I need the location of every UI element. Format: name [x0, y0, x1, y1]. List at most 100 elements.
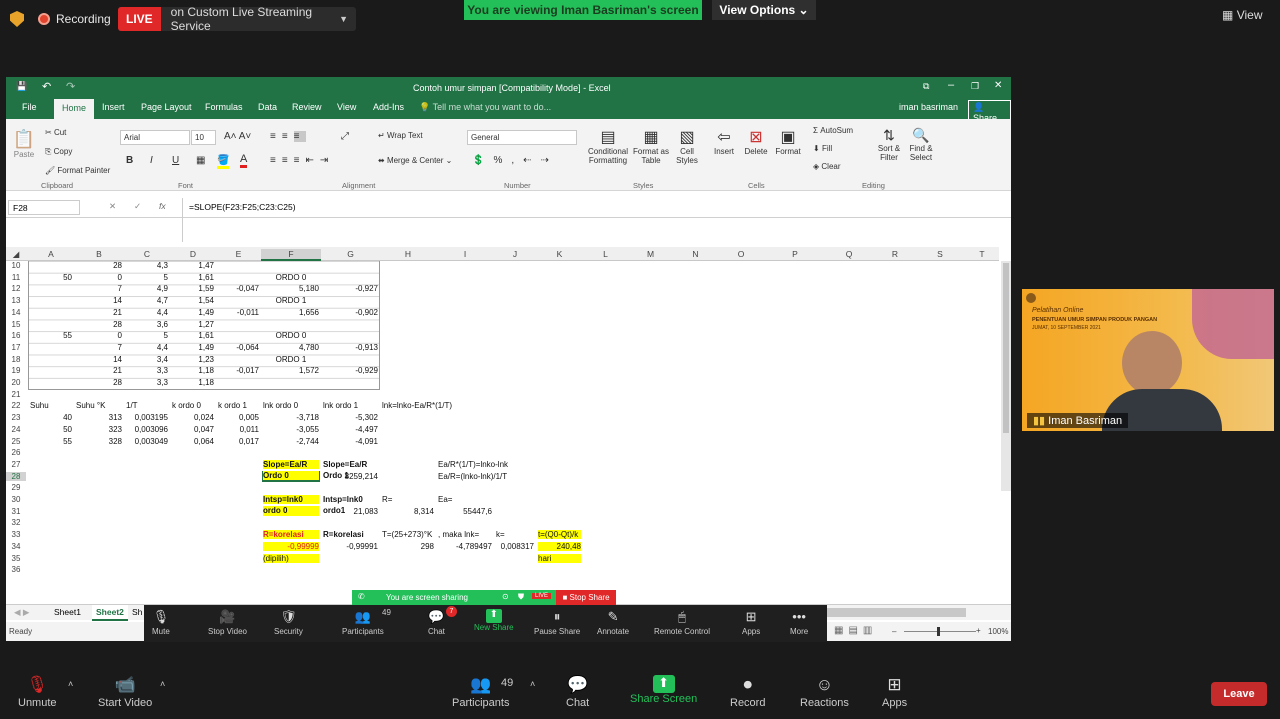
orientation-icon[interactable]: ⤢: [341, 131, 349, 142]
cell-A22[interactable]: Suhu: [30, 401, 72, 410]
cell-G23[interactable]: -5,302: [323, 413, 378, 422]
bottom-muted-microphone-button[interactable]: 🎙 Unmute: [18, 675, 57, 709]
cell-F13[interactable]: ORDO 1: [263, 296, 319, 305]
cell-C18[interactable]: 3,4: [126, 355, 168, 364]
cancel-entry-icon[interactable]: ✕: [109, 201, 116, 212]
align-top-icons[interactable]: ≡≡≡: [270, 131, 306, 142]
cell-A11[interactable]: 50: [30, 273, 72, 282]
cell-B23[interactable]: 313: [76, 413, 122, 422]
tab-page-layout[interactable]: Page Layout: [141, 102, 192, 112]
tab-review[interactable]: Review: [292, 102, 322, 112]
bottom-chat-button[interactable]: 💬 Chat: [566, 675, 589, 709]
column-header-Q[interactable]: Q: [826, 249, 872, 259]
cell-F34[interactable]: -0,99999: [263, 541, 319, 551]
cell-H30[interactable]: R=: [382, 495, 434, 504]
cell-E24[interactable]: 0,011: [218, 425, 259, 434]
restore-icon[interactable]: ❐: [971, 81, 979, 92]
cell-E23[interactable]: 0,005: [218, 413, 259, 422]
cell-C22[interactable]: 1/T: [126, 401, 168, 410]
cell-G25[interactable]: -4,091: [323, 437, 378, 446]
cell-A25[interactable]: 55: [30, 437, 72, 446]
chevron-up-icon[interactable]: ˄: [530, 679, 535, 689]
cell-E12[interactable]: -0,047: [218, 284, 259, 293]
cell-A23[interactable]: 40: [30, 413, 72, 422]
cell-B10[interactable]: 28: [76, 261, 122, 270]
shield-icon[interactable]: [10, 11, 24, 27]
cell-F30[interactable]: Intsp=lnk0: [263, 495, 319, 504]
italic-icon[interactable]: I: [150, 155, 153, 166]
sheet-tab-2[interactable]: Sheet2: [92, 605, 128, 621]
row-header[interactable]: 31: [6, 507, 26, 516]
cell-D24[interactable]: 0,047: [172, 425, 214, 434]
cell-C10[interactable]: 4,3: [126, 261, 168, 270]
font-name-select[interactable]: Arial: [120, 130, 190, 145]
tab-home[interactable]: Home: [54, 99, 95, 119]
column-header-R[interactable]: R: [872, 249, 918, 259]
column-header-G[interactable]: G: [321, 249, 380, 259]
cell-G17[interactable]: -0,913: [323, 343, 378, 352]
cell-D25[interactable]: 0,064: [172, 437, 214, 446]
cell-B19[interactable]: 21: [76, 366, 122, 375]
cell-G30-ordo[interactable]: ordo1: [323, 506, 378, 515]
autosum-button[interactable]: Σ AutoSum: [813, 126, 853, 135]
view-mode-icons[interactable]: ▦▤▥: [834, 625, 877, 636]
toolbar-video-camera[interactable]: 🎥 Stop Video: [208, 609, 247, 636]
row-header[interactable]: 23: [6, 413, 26, 422]
cell-C23[interactable]: 0,003195: [126, 413, 168, 422]
cell-F27[interactable]: Slope=Ea/R: [263, 459, 319, 469]
column-header-C[interactable]: C: [124, 249, 170, 259]
select-all-corner[interactable]: ◢: [6, 249, 26, 260]
cell-D23[interactable]: 0,024: [172, 413, 214, 422]
cell-G22[interactable]: lnk ordo 1: [323, 401, 378, 410]
cell-G24[interactable]: -4,497: [323, 425, 378, 434]
zoom-in-icon[interactable]: +: [976, 626, 981, 635]
cell-D10[interactable]: 1,47: [172, 261, 214, 270]
paste-button[interactable]: 📋 Paste: [12, 129, 36, 159]
cell-H22[interactable]: lnk=lnko-Ea/R*(1/T): [382, 401, 452, 410]
row-header[interactable]: 35: [6, 554, 26, 563]
font-size-select[interactable]: 10: [191, 130, 216, 145]
row-header[interactable]: 11: [6, 273, 26, 282]
copy-button[interactable]: ⎘ Copy: [45, 147, 72, 157]
cell-I28[interactable]: Ea/R=(lnko-lnk)/1/T: [438, 472, 507, 481]
underline-icon[interactable]: U: [172, 155, 179, 166]
column-header-I[interactable]: I: [436, 249, 494, 259]
row-header[interactable]: 29: [6, 483, 26, 492]
cell-G19[interactable]: -0,929: [323, 366, 378, 375]
cell-C13[interactable]: 4,7: [126, 296, 168, 305]
row-header[interactable]: 27: [6, 460, 26, 469]
cell-D16[interactable]: 1,61: [172, 331, 214, 340]
cell-D12[interactable]: 1,59: [172, 284, 214, 293]
row-header[interactable]: 25: [6, 437, 26, 446]
view-options-button[interactable]: View Options ⌄: [712, 0, 816, 20]
bottom-record-button[interactable]: ⏺ Record: [730, 675, 765, 709]
cell-D20[interactable]: 1,18: [172, 378, 214, 387]
cell-D15[interactable]: 1,27: [172, 320, 214, 329]
column-header-L[interactable]: L: [583, 249, 628, 259]
stop-share-button[interactable]: ■ Stop Share: [556, 590, 616, 605]
close-icon[interactable]: ✕: [994, 80, 1002, 91]
chevron-up-icon[interactable]: ˄: [160, 679, 165, 689]
zoom-out-icon[interactable]: –: [892, 627, 896, 636]
ribbon-display-icon[interactable]: ⧉: [923, 81, 929, 92]
cell-C12[interactable]: 4,9: [126, 284, 168, 293]
cell-E19[interactable]: -0,017: [218, 366, 259, 375]
sheet-tab-3[interactable]: Sh: [132, 607, 142, 617]
row-header[interactable]: 22: [6, 401, 26, 410]
cell-F19[interactable]: 1,572: [263, 366, 319, 375]
cell-F27-ordo[interactable]: Ordo 0: [263, 470, 319, 480]
cell-D17[interactable]: 1,49: [172, 343, 214, 352]
row-header[interactable]: 19: [6, 366, 26, 375]
column-header-P[interactable]: P: [764, 249, 826, 259]
cell-B24[interactable]: 323: [76, 425, 122, 434]
cell-I34[interactable]: -4,789497: [438, 542, 492, 551]
chevron-up-icon[interactable]: ˄: [68, 679, 73, 689]
save-icon[interactable]: 💾: [16, 81, 27, 92]
cell-B22[interactable]: Suhu °K: [76, 401, 122, 410]
format-painter-button[interactable]: 🖌 Format Painter: [45, 166, 110, 175]
toolbar-participants[interactable]: 👥 Participants: [342, 609, 384, 636]
row-header[interactable]: 30: [6, 495, 26, 504]
row-header[interactable]: 34: [6, 542, 26, 551]
cell-C17[interactable]: 4,4: [126, 343, 168, 352]
cell-I30[interactable]: Ea=: [438, 495, 492, 504]
